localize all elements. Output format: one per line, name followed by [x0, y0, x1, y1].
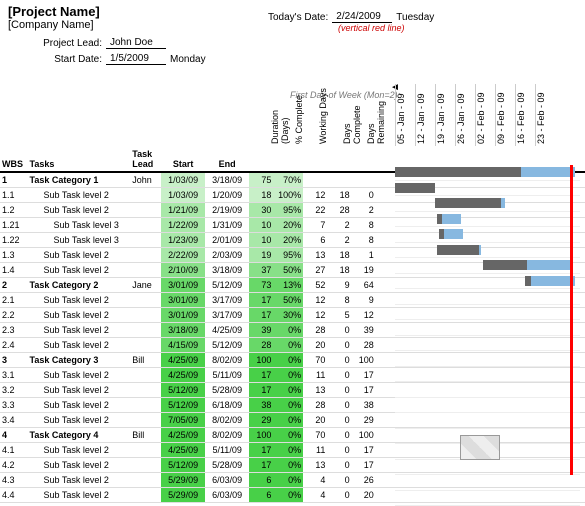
col-pct: % Complete — [294, 84, 318, 146]
date-header: 26 - Jan - 09 — [455, 84, 475, 146]
gantt-row — [395, 336, 580, 352]
gantt-row — [395, 320, 580, 336]
lead-label: Project Lead: — [8, 38, 106, 49]
gantt-row — [395, 181, 580, 197]
startdate-value[interactable]: 1/5/2009 — [106, 53, 166, 65]
gantt-row — [395, 367, 580, 383]
today-red-line — [570, 165, 573, 475]
gantt-row — [395, 243, 580, 259]
red-line-note: (vertical red line) — [338, 23, 577, 33]
rotated-column-headers: Duration (Days) % Complete Working Days … — [270, 84, 390, 146]
date-header: 23 - Feb - 09 — [535, 84, 555, 146]
gantt-bar-done — [525, 276, 531, 286]
th-tasks[interactable]: Tasks — [28, 147, 131, 172]
col-working: Working Days — [318, 84, 342, 146]
gantt-row — [395, 196, 580, 212]
gantt-row — [395, 305, 580, 321]
col-duration: Duration (Days) — [270, 84, 294, 146]
today-label: Today's Date: — [268, 12, 332, 23]
lead-value[interactable]: John Doe — [106, 37, 166, 49]
gantt-bar-done — [437, 245, 479, 255]
startdate-day: Monday — [166, 54, 206, 65]
gantt-row — [395, 413, 580, 429]
today-day: Tuesday — [392, 12, 434, 23]
col-days-remaining: Days Remaining — [366, 84, 390, 146]
gantt-row — [395, 398, 580, 414]
gantt-bar[interactable] — [525, 276, 575, 286]
today-date[interactable]: 2/24/2009 — [332, 11, 392, 23]
date-header: 09 - Feb - 09 — [495, 84, 515, 146]
date-header: 05 - Jan - 09 — [395, 84, 415, 146]
gantt-row — [395, 382, 580, 398]
th-wbs[interactable]: WBS — [0, 147, 28, 172]
gantt-bar-done — [395, 167, 521, 177]
gantt-bar-done — [439, 229, 444, 239]
date-header: 19 - Jan - 09 — [435, 84, 455, 146]
gantt-bar-done — [483, 260, 527, 270]
th-end[interactable]: End — [205, 147, 249, 172]
gantt-bar-done — [435, 198, 501, 208]
gantt-row — [395, 165, 580, 181]
gantt-row — [395, 227, 580, 243]
gantt-row — [395, 351, 580, 367]
mini-chart-icon — [460, 435, 500, 460]
th-lead[interactable]: Task Lead — [130, 147, 161, 172]
gantt-row — [395, 258, 580, 274]
gantt-row — [395, 491, 580, 506]
col-days-complete: Days Complete — [342, 84, 366, 146]
gantt-bar-done — [395, 183, 435, 193]
th-start[interactable]: Start — [161, 147, 205, 172]
date-header: 02 - Feb - 09 — [475, 84, 495, 146]
gantt-row — [395, 274, 580, 290]
date-header: 12 - Jan - 09 — [415, 84, 435, 146]
date-header: 16 - Feb - 09 — [515, 84, 535, 146]
gantt-row — [395, 460, 580, 476]
gantt-bar-done — [437, 214, 442, 224]
startdate-label: Start Date: — [8, 54, 106, 65]
gantt-row — [395, 212, 580, 228]
gantt-row — [395, 475, 580, 491]
gantt-date-headers: 05 - Jan - 0912 - Jan - 0919 - Jan - 092… — [395, 84, 555, 146]
gantt-row — [395, 289, 580, 305]
